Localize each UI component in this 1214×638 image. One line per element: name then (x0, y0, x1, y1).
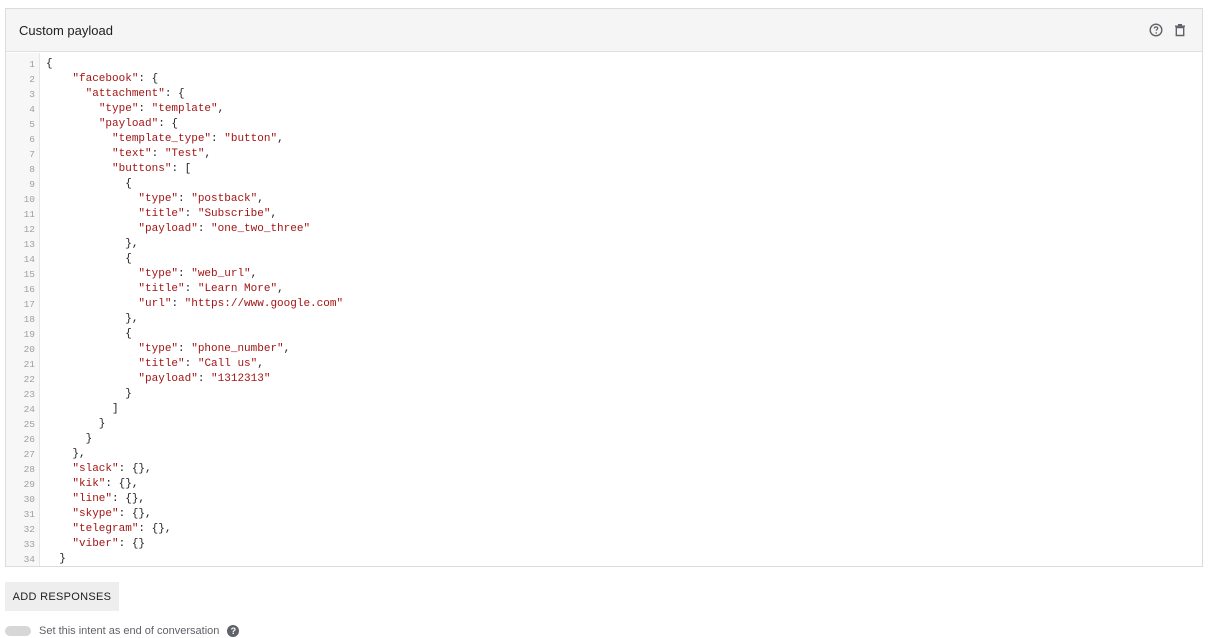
code-area[interactable]: { "facebook": { "attachment": { "type": … (40, 53, 343, 566)
code-line: "title": "Learn More", (138, 283, 284, 295)
json-editor[interactable]: 1 2 3 4 5 6 7 8 9 10 11 12 13 14 15 16 17 18 19 20 21 22 23 24 2… (6, 53, 1202, 566)
line-number: 3 (29, 89, 35, 100)
line-number: 17 (23, 299, 35, 310)
line-number: 23 (23, 389, 35, 400)
code-line: "telegram": {}, (72, 523, 172, 535)
code-line: "template_type": "button", (112, 133, 284, 145)
code-line: "slack": {}, (72, 463, 152, 475)
line-number-gutter: 1 2 3 4 5 6 7 8 9 10 11 12 13 14 15 16 17 18 19 20 21 22 23 24 2… (6, 53, 40, 566)
end-conversation-row: Set this intent as end of conversation ? (5, 624, 240, 638)
help-icon[interactable]: ? (227, 625, 240, 637)
line-number: 27 (23, 449, 35, 460)
line-number: 2 (29, 74, 35, 85)
line-number: 16 (23, 284, 35, 295)
code-line: "line": {}, (72, 493, 146, 505)
code-line: } (46, 553, 66, 565)
line-number: 34 (23, 554, 35, 565)
card-title: Custom payload (19, 22, 113, 38)
card-header: Custom payload (6, 9, 1202, 52)
line-number: 10 (23, 194, 35, 205)
line-number: 18 (23, 314, 35, 325)
line-number: 25 (23, 419, 35, 430)
header-icons (1148, 22, 1188, 38)
code-line: "type": "web_url", (138, 268, 258, 280)
code-line: "type": "phone_number", (138, 343, 291, 355)
code-line: "title": "Subscribe", (138, 208, 278, 220)
line-number: 21 (23, 359, 35, 370)
code-line: "kik": {}, (72, 478, 139, 490)
help-circle-icon[interactable] (1148, 22, 1164, 38)
line-number: 1 (29, 59, 35, 70)
line-number: 9 (29, 179, 35, 190)
line-number: 14 (23, 254, 35, 265)
code-line: "text": "Test", (112, 148, 212, 160)
code-line: "attachment": { (85, 88, 185, 100)
line-number: 11 (23, 209, 35, 220)
end-conversation-label: Set this intent as end of conversation (39, 625, 220, 637)
line-number: 6 (29, 134, 35, 145)
line-number: 15 (23, 269, 35, 280)
code-line: } (46, 388, 132, 400)
code-line: "buttons": [ (112, 163, 192, 175)
line-number: 29 (23, 479, 35, 490)
code-line: "type": "postback", (138, 193, 264, 205)
trash-icon[interactable] (1172, 22, 1188, 38)
code-line: } (46, 418, 106, 430)
code-line: "payload": "1312313" (138, 373, 271, 385)
line-number: 12 (23, 224, 35, 235)
code-line: ] (46, 403, 119, 415)
code-line: "skype": {}, (72, 508, 152, 520)
code-line: "title": "Call us", (138, 358, 264, 370)
line-number: 19 (23, 329, 35, 340)
line-number: 4 (29, 104, 35, 115)
line-number: 5 (29, 119, 35, 130)
code-line: { (46, 253, 132, 265)
line-number: 13 (23, 239, 35, 250)
code-line: "viber": {} (72, 538, 146, 550)
line-number: 30 (23, 494, 35, 505)
code-line: { (46, 58, 53, 70)
line-number: 24 (23, 404, 35, 415)
code-line: "payload": "one_two_three" (138, 223, 311, 235)
code-line: { (46, 328, 132, 340)
add-responses-button[interactable]: ADD RESPONSES (5, 582, 119, 611)
line-number: 28 (23, 464, 35, 475)
code-line: }, (46, 238, 139, 250)
line-number: 20 (23, 344, 35, 355)
code-line: "payload": { (98, 118, 179, 130)
custom-payload-card: Custom payload 1 2 3 4 5 6 7 8 9 10 11 12 13 14 15 16 17… (5, 8, 1203, 567)
line-number: 26 (23, 434, 35, 445)
line-number: 32 (23, 524, 35, 535)
code-line: }, (46, 313, 139, 325)
code-line: { (46, 178, 132, 190)
code-line: "type": "template", (98, 103, 225, 115)
code-line: }, (46, 448, 86, 460)
line-number: 8 (29, 164, 35, 175)
line-number: 22 (23, 374, 35, 385)
line-number: 7 (29, 149, 35, 160)
code-line: } (46, 433, 93, 445)
code-line: "facebook": { (72, 73, 159, 85)
line-number: 33 (23, 539, 35, 550)
line-number: 31 (23, 509, 35, 520)
code-line: "url": "https://www.google.com" (138, 298, 344, 310)
